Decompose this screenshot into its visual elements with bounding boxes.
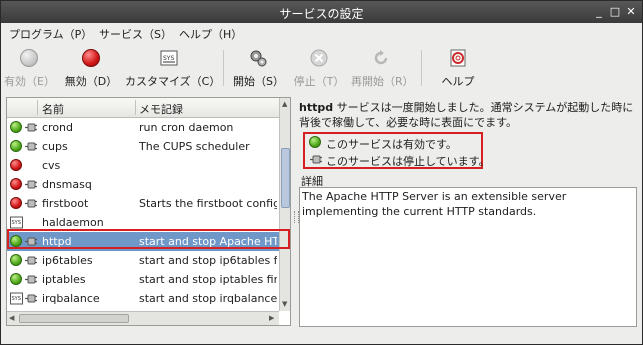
help-button[interactable]: ヘルプ <box>433 46 483 90</box>
disabled-icon <box>10 159 23 172</box>
plug-icon <box>24 178 38 191</box>
service-name-cell: crond <box>42 121 74 134</box>
service-name-cell: iptables <box>42 273 86 286</box>
service-description-cell: The CUPS scheduler <box>139 140 250 153</box>
horizontal-scrollbar[interactable]: ◀ ▶ <box>7 311 279 325</box>
service-summary: httpd サービスは一度開始しました。通常システムが起動した時に 背後で稼働し… <box>299 101 634 129</box>
selected-row-highlight <box>7 229 290 249</box>
svg-text:SYS: SYS <box>12 296 21 302</box>
svg-text:SYS: SYS <box>12 220 21 226</box>
plug-icon <box>24 273 38 286</box>
title-bar: サービスの設定 _ □ ✕ <box>1 1 642 23</box>
table-row[interactable]: crond run cron daemon <box>7 118 279 137</box>
vertical-scrollbar[interactable]: ▲ ▼ <box>279 98 290 311</box>
gears-icon <box>249 49 267 67</box>
table-row[interactable]: cups The CUPS scheduler <box>7 137 279 156</box>
menu-service[interactable]: サービス（S） <box>99 26 172 42</box>
table-row[interactable]: cvs <box>7 156 279 175</box>
enabled-icon <box>10 140 23 153</box>
enable-button[interactable]: 有効（E） <box>4 46 55 90</box>
close-icon[interactable]: ✕ <box>623 4 639 20</box>
maximize-icon[interactable]: □ <box>607 4 623 20</box>
service-name: httpd <box>299 101 334 114</box>
customize-button[interactable]: SYS カスタマイズ（C） <box>125 46 220 90</box>
service-list: 名前 メモ記録 crond run cron daemon cups The CUPS… <box>6 97 291 326</box>
restart-button[interactable]: 再開始（R） <box>351 46 414 90</box>
service-description-cell: Starts the firstboot configu <box>139 197 277 210</box>
menu-bar: プログラム（P） サービス（S） ヘルプ（H） <box>1 23 642 43</box>
plug-icon <box>24 140 38 153</box>
service-name-cell: dnsmasq <box>42 178 92 191</box>
svg-text:SYS: SYS <box>163 55 174 62</box>
help-icon <box>449 49 467 67</box>
refresh-icon <box>372 49 390 67</box>
disable-icon <box>82 49 100 67</box>
service-name-cell: firstboot <box>42 197 89 210</box>
enabled-icon <box>309 136 321 148</box>
toolbar: 有効（E） 無効（D） SYS カスタマイズ（C） 開始（S） 停止（T） 再開… <box>1 44 642 92</box>
minimize-icon[interactable]: _ <box>591 4 607 20</box>
service-name-cell: irqbalance <box>42 292 100 305</box>
plug-icon <box>24 292 38 305</box>
table-row[interactable]: SYS irqbalance start and stop irqbalance d <box>7 289 279 308</box>
toolbar-separator <box>421 50 422 86</box>
table-row[interactable]: iptables start and stop iptables firev <box>7 270 279 289</box>
column-name[interactable]: 名前 <box>42 101 64 117</box>
window-title: サービスの設定 <box>279 7 364 21</box>
detail-text: The Apache HTTP Server is an extensible … <box>299 187 637 327</box>
disabled-icon <box>10 178 23 191</box>
enabled-icon <box>10 254 23 267</box>
table-row[interactable]: ip6tables start and stop ip6tables fire <box>7 251 279 270</box>
plug-icon <box>24 121 38 134</box>
plug-icon <box>24 197 38 210</box>
toolbar-separator <box>223 50 224 86</box>
scrollbar-thumb[interactable] <box>19 314 129 323</box>
sysv-icon: SYS <box>10 216 23 229</box>
service-name-cell: cvs <box>42 159 61 172</box>
plug-icon <box>24 254 38 267</box>
scroll-up-icon[interactable]: ▲ <box>282 100 287 108</box>
stop-button[interactable]: 停止（T） <box>293 46 345 90</box>
table-row[interactable]: dnsmasq <box>7 175 279 194</box>
sysv-icon: SYS <box>10 292 23 305</box>
column-description[interactable]: メモ記録 <box>139 101 183 117</box>
start-button[interactable]: 開始（S） <box>233 46 284 90</box>
scroll-down-icon[interactable]: ▼ <box>282 300 287 308</box>
customize-icon: SYS <box>160 49 178 67</box>
disable-button[interactable]: 無効（D） <box>63 46 119 90</box>
service-name-cell: cups <box>42 140 68 153</box>
service-description-cell: start and stop ip6tables fire <box>139 254 277 267</box>
menu-program[interactable]: プログラム（P） <box>9 26 92 42</box>
disabled-icon <box>10 197 23 210</box>
table-row[interactable]: firstboot Starts the firstboot configu <box>7 194 279 213</box>
stop-icon <box>310 49 328 67</box>
plug-icon <box>309 153 323 169</box>
window: サービスの設定 _ □ ✕ プログラム（P） サービス（S） ヘルプ（H） 有効… <box>0 0 643 345</box>
scroll-left-icon[interactable]: ◀ <box>9 314 14 322</box>
scrollbar-thumb[interactable] <box>281 148 290 208</box>
enabled-icon <box>10 121 23 134</box>
enabled-icon <box>10 273 23 286</box>
list-header: 名前 メモ記録 <box>7 98 279 118</box>
service-description-cell: start and stop iptables firev <box>139 273 277 286</box>
scroll-right-icon[interactable]: ▶ <box>269 314 274 322</box>
enable-icon <box>20 49 38 67</box>
service-name-cell: ip6tables <box>42 254 93 267</box>
service-description-cell: run cron daemon <box>139 121 234 134</box>
service-name-cell: haldaemon <box>42 216 104 229</box>
service-description-cell: start and stop irqbalance d <box>139 292 277 305</box>
menu-help[interactable]: ヘルプ（H） <box>179 26 242 42</box>
